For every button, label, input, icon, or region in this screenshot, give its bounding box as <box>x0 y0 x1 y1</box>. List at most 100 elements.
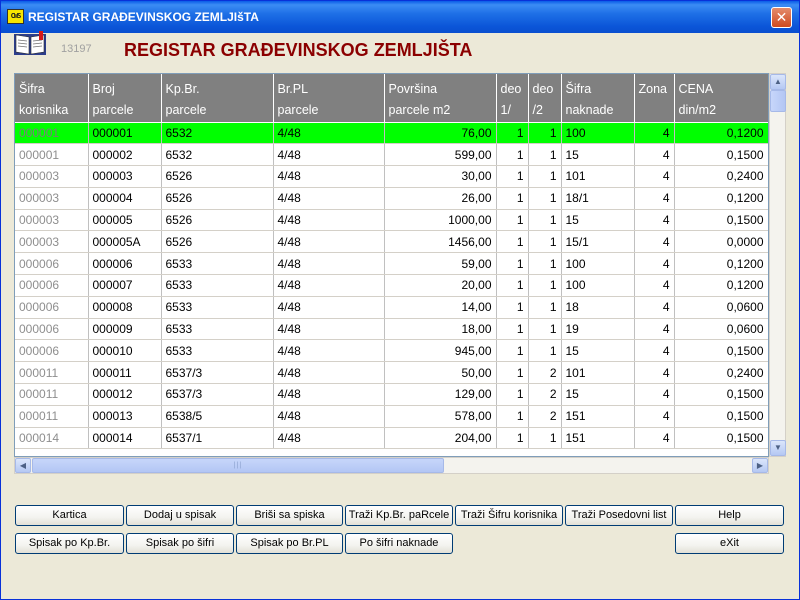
table-cell: 26,00 <box>384 187 497 210</box>
column-header-line: korisnika <box>19 103 69 117</box>
table-cell: 6537/1 <box>161 427 274 450</box>
table-cell: 000003 <box>15 187 89 210</box>
column-header-line: Zona <box>638 82 668 96</box>
table-cell: 0,1500 <box>674 405 768 428</box>
table-row[interactable]: 000006 000007 6533 4/48 20,00 1 1 100 4 0,1200 <box>15 274 768 297</box>
table-cell: 000010 <box>88 339 162 363</box>
column-header[interactable]: Zona <box>634 74 675 123</box>
table-cell: 000006 <box>15 252 89 276</box>
scrollbar-corner <box>769 457 786 474</box>
column-header-line: deo <box>532 82 554 96</box>
table-cell: 1000,00 <box>384 209 497 232</box>
close-button[interactable]: ✕ <box>771 7 792 28</box>
table-cell: 2 <box>528 361 562 385</box>
table-cell: 1 <box>496 165 529 188</box>
column-header[interactable]: Površina parcele m2 <box>384 74 497 123</box>
table-row[interactable]: 000001 000001 6532 4/48 76,00 1 1 100 4 0,1200 <box>15 122 768 145</box>
add-to-list-button[interactable]: Dodaj u spisak <box>126 505 234 526</box>
table-row[interactable]: 000011 000012 6537/3 4/48 129,00 1 2 15 4 0,1500 <box>15 383 768 406</box>
table-row[interactable]: 000011 000013 6538/5 4/48 578,00 1 2 151 4 0,1500 <box>15 405 768 428</box>
remove-from-list-button[interactable]: Briši sa spiska <box>236 505 343 526</box>
table-cell: 0,1500 <box>674 339 768 363</box>
table-row[interactable]: 000003 000005A 6526 4/48 1456,00 1 1 15/1 4 0,000… <box>15 230 768 254</box>
table-cell: 6532 <box>161 143 274 167</box>
help-button[interactable]: Help <box>675 505 784 526</box>
title-bar[interactable]: CWS REGISTAR GRAĐEVINSKOG ZEMLJIšTA ✕ <box>1 1 799 33</box>
table-cell: 1 <box>496 122 529 145</box>
column-header[interactable]: Šifra korisnika <box>15 74 89 123</box>
by-fee-code-button[interactable]: Po šifri naknade <box>345 533 453 554</box>
table-cell: 6532 <box>161 122 274 145</box>
table-cell: 0,1200 <box>674 187 768 210</box>
scroll-up-button[interactable]: ▲ <box>770 74 786 90</box>
column-header[interactable]: Kp.Br. parcele <box>161 74 274 123</box>
table-cell: 4/48 <box>273 122 385 145</box>
column-header[interactable]: deo 1/ <box>496 74 529 123</box>
table-cell: 000001 <box>15 122 89 145</box>
table-cell: 4 <box>634 143 675 167</box>
vertical-scroll-thumb[interactable] <box>770 90 786 112</box>
column-header[interactable]: Br.PL parcele <box>273 74 385 123</box>
table-cell: 000002 <box>88 143 162 167</box>
table-row[interactable]: 000006 000010 6533 4/48 945,00 1 1 15 4 0,1500 <box>15 339 768 363</box>
table-cell: 4 <box>634 361 675 385</box>
table-row[interactable]: 000003 000004 6526 4/48 26,00 1 1 18/1 4 0,1200 <box>15 187 768 210</box>
table-cell: 4 <box>634 383 675 406</box>
search-user-code-button[interactable]: Traži Šifru korisnika <box>455 505 563 526</box>
parcel-table[interactable]: Šifra korisnika Broj parcele Kp.Br. parcele Br… <box>14 73 769 457</box>
list-by-code-button[interactable]: Spisak po šifri <box>126 533 234 554</box>
table-row[interactable]: 000011 000011 6537/3 4/48 50,00 1 2 101 4 0,2400 <box>15 361 768 385</box>
table-cell: 000011 <box>15 383 89 406</box>
table-row[interactable]: 000014 000014 6537/1 4/48 204,00 1 1 151 4 0,1500 <box>15 427 768 450</box>
table-cell: 000012 <box>88 383 162 406</box>
table-row[interactable]: 000003 000003 6526 4/48 30,00 1 1 101 4 0,2400 <box>15 165 768 188</box>
table-cell: 1 <box>496 339 529 363</box>
table-cell: 000001 <box>88 122 162 145</box>
table-cell: 18/1 <box>561 187 635 210</box>
window-title: REGISTAR GRAĐEVINSKOG ZEMLJIšTA <box>28 10 259 24</box>
table-cell: 000005A <box>88 230 162 254</box>
search-parcel-button[interactable]: Traži Kp.Br. paRcele <box>345 505 453 526</box>
table-row[interactable]: 000006 000009 6533 4/48 18,00 1 1 19 4 0,0600 <box>15 318 768 341</box>
column-header[interactable]: CENA din/m2 <box>674 74 768 123</box>
app-icon: CWS <box>7 9 24 24</box>
horizontal-scroll-thumb[interactable]: ||| <box>32 458 444 473</box>
scroll-right-button[interactable]: ▶ <box>752 458 768 473</box>
column-header[interactable]: Broj parcele <box>88 74 162 123</box>
table-cell: 18 <box>561 296 635 319</box>
table-cell: 000001 <box>15 143 89 167</box>
table-cell: 4 <box>634 187 675 210</box>
table-cell: 0,1200 <box>674 122 768 145</box>
scroll-left-button[interactable]: ◀ <box>15 458 31 473</box>
table-row[interactable]: 000006 000006 6533 4/48 59,00 1 1 100 4 0,1200 <box>15 252 768 276</box>
scroll-down-button[interactable]: ▼ <box>770 440 786 456</box>
kartica-button[interactable]: Kartica <box>15 505 124 526</box>
list-by-brpl-button[interactable]: Spisak po Br.PL <box>236 533 343 554</box>
horizontal-scrollbar[interactable]: ◀ ||| ▶ <box>14 457 769 474</box>
vertical-scrollbar[interactable]: ▲ ▼ <box>769 73 786 457</box>
list-by-parcel-button[interactable]: Spisak po Kp.Br. <box>15 533 124 554</box>
table-cell: 4/48 <box>273 427 385 450</box>
column-header[interactable]: Šifra naknade <box>561 74 635 123</box>
table-cell: 6537/3 <box>161 383 274 406</box>
table-row[interactable]: 000001 000002 6532 4/48 599,00 1 1 15 4 0,1500 <box>15 143 768 167</box>
table-cell: 19 <box>561 318 635 341</box>
table-cell: 100 <box>561 122 635 145</box>
table-row[interactable]: 000003 000005 6526 4/48 1000,00 1 1 15 4 0,1500 <box>15 209 768 232</box>
table-cell: 4 <box>634 165 675 188</box>
table-cell: 129,00 <box>384 383 497 406</box>
table-cell: 1 <box>528 122 562 145</box>
main-window: CWS REGISTAR GRAĐEVINSKOG ZEMLJIšTA ✕ 13… <box>0 0 800 600</box>
table-cell: 1 <box>528 187 562 210</box>
exit-button[interactable]: eXit <box>675 533 784 554</box>
table-cell: 50,00 <box>384 361 497 385</box>
search-possession-list-button[interactable]: Traži Posedovni list <box>565 505 673 526</box>
table-row[interactable]: 000006 000008 6533 4/48 14,00 1 1 18 4 0,0600 <box>15 296 768 319</box>
table-cell: 6526 <box>161 230 274 254</box>
table-cell: 000014 <box>88 427 162 450</box>
table-cell: 0,1500 <box>674 383 768 406</box>
table-cell: 0,1500 <box>674 143 768 167</box>
column-header[interactable]: deo/2 <box>528 74 562 123</box>
table-cell: 15/1 <box>561 230 635 254</box>
table-cell: 101 <box>561 165 635 188</box>
